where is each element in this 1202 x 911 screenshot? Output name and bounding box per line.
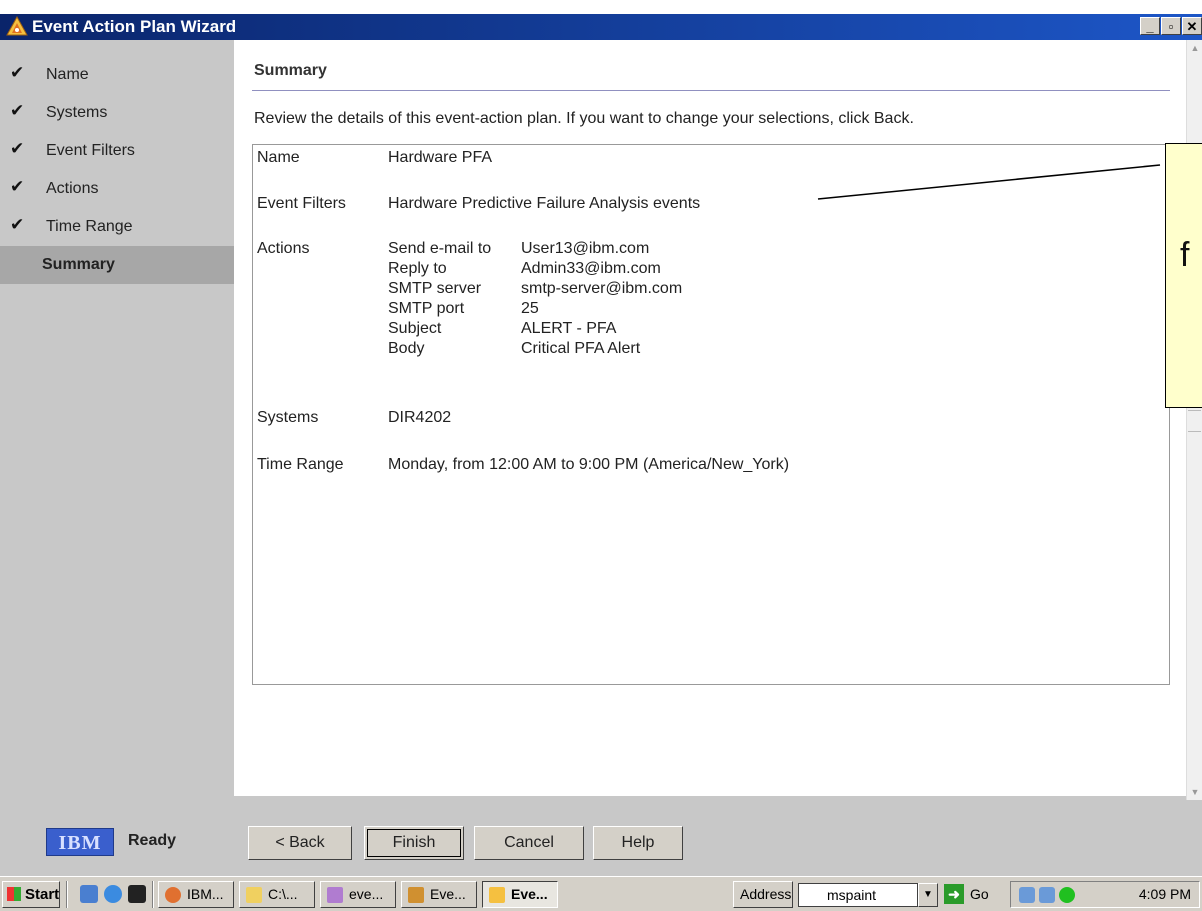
action-detail-value: smtp-server@ibm.com (521, 280, 683, 297)
instructions-text: Review the details of this event-action … (254, 110, 914, 127)
nav-step-actions[interactable]: ✔ Actions (0, 170, 234, 208)
summary-time-range-value: Monday, from 12:00 AM to 9:00 PM (Americ… (388, 456, 790, 473)
paint-icon (327, 887, 343, 903)
nav-step-label: Name (46, 66, 89, 83)
network-icon[interactable] (1039, 887, 1055, 903)
wizard-button-bar: IBM Ready < Back Finish Cancel Help (0, 800, 1202, 876)
action-detail-label: Body (388, 340, 425, 357)
task-label: Eve... (511, 886, 548, 902)
maximize-button[interactable]: ▫ (1161, 17, 1181, 35)
close-button[interactable]: ✕ (1182, 17, 1202, 35)
checkmark-icon: ✔ (10, 215, 25, 234)
action-detail-label: Subject (388, 320, 442, 337)
command-prompt-icon[interactable] (128, 885, 146, 903)
task-label: C:\... (268, 886, 298, 902)
summary-systems-label: Systems (257, 409, 319, 426)
summary-time-range-label: Time Range (257, 456, 344, 473)
address-label: Address (733, 881, 793, 908)
wizard-steps-sidebar: ✔ Name ✔ Systems ✔ Event Filters ✔ Actio… (0, 40, 234, 800)
action-detail-label: Send e-mail to (388, 240, 492, 257)
clock: 4:09 PM (1138, 886, 1191, 902)
back-button[interactable]: < Back (248, 826, 352, 860)
nav-step-label: Systems (46, 104, 108, 121)
task-folder[interactable]: C:\... (239, 881, 315, 908)
task-event-wizard[interactable]: Eve... (482, 881, 558, 908)
summary-filters-value: Hardware Predictive Failure Analysis eve… (388, 195, 701, 212)
checkmark-icon: ✔ (10, 177, 25, 196)
task-ibm[interactable]: IBM... (158, 881, 234, 908)
nav-step-label: Event Filters (46, 142, 135, 159)
task-label: Eve... (430, 886, 466, 902)
scroll-down-arrow-icon[interactable]: ▼ (1187, 784, 1202, 800)
callout-text: f (1180, 236, 1190, 274)
action-detail-value: Critical PFA Alert (521, 340, 641, 357)
event-action-plan-icon (6, 16, 28, 36)
action-detail-value: 25 (521, 300, 539, 317)
gear-icon (408, 887, 424, 903)
start-button[interactable]: Start (2, 881, 60, 908)
nav-step-systems[interactable]: ✔ Systems (0, 94, 234, 132)
action-detail-value: Admin33@ibm.com (521, 260, 661, 277)
go-arrow-icon[interactable]: ➜ (944, 884, 964, 904)
task-label: IBM... (187, 886, 224, 902)
scroll-up-arrow-icon[interactable]: ▲ (1187, 40, 1202, 56)
window-titlebar: Event Action Plan Wizard _ ▫ ✕ (0, 0, 1202, 40)
taskbar-separator (152, 881, 154, 908)
checkmark-icon: ✔ (10, 139, 25, 158)
scroll-thumb[interactable] (1188, 410, 1201, 432)
checkmark-icon: ✔ (10, 101, 25, 120)
action-detail-label: SMTP port (388, 300, 465, 317)
nav-step-name[interactable]: ✔ Name (0, 56, 234, 94)
summary-actions-label: Actions (257, 240, 310, 257)
summary-name-label: Name (257, 149, 300, 166)
status-text: Ready (128, 832, 177, 849)
task-paint[interactable]: eve... (320, 881, 396, 908)
task-event-app[interactable]: Eve... (401, 881, 477, 908)
event-action-plan-icon (489, 887, 505, 903)
nav-step-summary[interactable]: Summary (0, 246, 234, 284)
help-button[interactable]: Help (593, 826, 683, 860)
action-detail-label: Reply to (388, 260, 447, 277)
wizard-content-panel: Summary Review the details of this event… (234, 40, 1186, 800)
summary-name-value: Hardware PFA (388, 149, 493, 166)
summary-systems-value: DIR4202 (388, 409, 452, 426)
page-title: Summary (254, 62, 327, 79)
checkmark-icon: ✔ (10, 63, 25, 82)
windows-flag-icon (7, 887, 21, 901)
ibm-logo: IBM (46, 828, 114, 856)
go-button[interactable]: Go (970, 881, 989, 908)
taskbar-separator (66, 881, 68, 908)
status-green-icon[interactable] (1059, 887, 1075, 903)
title-divider (252, 90, 1170, 91)
network-icon[interactable] (1019, 887, 1035, 903)
cancel-button[interactable]: Cancel (474, 826, 584, 860)
action-detail-value: User13@ibm.com (521, 240, 650, 257)
nav-step-label: Time Range (46, 218, 133, 235)
address-input[interactable]: mspaint (798, 883, 918, 907)
nav-step-label: Summary (42, 256, 115, 273)
start-label: Start (25, 886, 60, 903)
windows-taskbar: Start IBM... C:\... eve... Eve... Eve...… (0, 876, 1202, 911)
task-label: eve... (349, 886, 384, 902)
action-detail-label: SMTP server (388, 280, 482, 297)
nav-step-label: Actions (46, 180, 99, 197)
window-title: Event Action Plan Wizard (32, 17, 237, 36)
desktop-quicklaunch-icon[interactable] (80, 885, 98, 903)
summary-filters-label: Event Filters (257, 195, 346, 212)
finish-button[interactable]: Finish (364, 826, 464, 860)
nav-step-time-range[interactable]: ✔ Time Range (0, 208, 234, 246)
system-tray: 4:09 PM (1010, 881, 1200, 908)
folder-icon (246, 887, 262, 903)
ibm-app-icon (165, 887, 181, 903)
action-detail-value: ALERT - PFA (521, 320, 617, 337)
summary-details-box: Name Hardware PFA Event Filters Hardware… (252, 144, 1170, 685)
annotation-callout: f (1165, 143, 1202, 408)
internet-explorer-icon[interactable] (104, 885, 122, 903)
nav-step-event-filters[interactable]: ✔ Event Filters (0, 132, 234, 170)
minimize-button[interactable]: _ (1140, 17, 1160, 35)
chevron-down-icon[interactable]: ▼ (918, 883, 938, 907)
